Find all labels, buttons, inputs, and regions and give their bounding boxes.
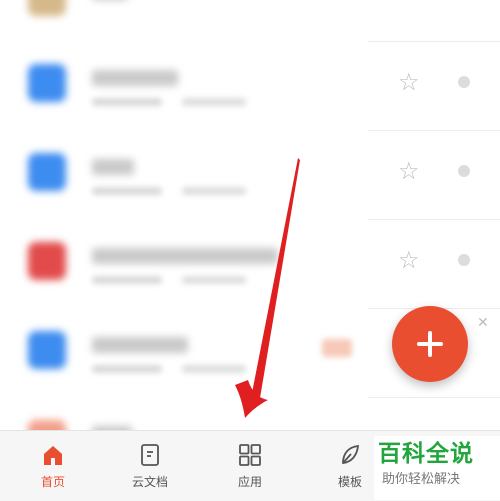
file-meta-blurred [182,187,246,195]
document-icon [141,444,159,466]
watermark-title: 百科全说 [378,441,474,467]
file-name-blurred [92,337,188,353]
tab-label: 云文档 [131,475,168,489]
tab-label: 首页 [40,475,65,489]
file-meta-blurred [92,276,162,284]
file-icon [28,0,66,16]
star-icon[interactable]: ☆ [398,248,420,272]
grid-icon [239,444,261,466]
star-icon[interactable]: ☆ [398,70,420,94]
list-item[interactable]: ☆ [0,42,500,130]
file-name-blurred [92,159,134,175]
tab-apps[interactable]: 应用 [205,431,295,501]
list-item[interactable] [0,398,500,430]
file-meta-blurred [182,276,246,284]
file-icon [28,153,66,191]
list-item[interactable]: ☆ [0,131,500,219]
file-icon [28,64,66,102]
more-dot-icon[interactable] [458,76,470,88]
star-icon[interactable]: ☆ [398,159,420,183]
create-button[interactable] [392,306,468,382]
close-icon[interactable]: ✕ [477,316,489,330]
leaf-icon [342,444,360,465]
file-icon [28,420,66,430]
tab-label: 应用 [237,475,262,489]
file-name-blurred [92,70,178,86]
file-icon [28,242,66,280]
tab-cloud-docs[interactable]: 云文档 [105,431,195,501]
file-meta-blurred [92,98,162,106]
file-icon [28,331,66,369]
more-dot-icon[interactable] [458,254,470,266]
watermark-subtitle: 助你轻松解决 [382,472,461,487]
watermark-logo: 百科全说 助你轻松解决 [374,436,500,500]
file-meta-blurred [182,98,246,106]
tab-home[interactable]: 首页 [8,431,98,501]
file-meta-blurred [182,365,246,373]
file-meta-blurred [92,365,162,373]
file-name-blurred [92,248,278,264]
tag-badge-blurred [322,339,352,357]
file-meta-blurred [92,187,162,195]
list-item[interactable] [0,0,500,44]
home-icon [44,446,62,465]
list-item[interactable]: ☆ [0,220,500,308]
more-dot-icon[interactable] [458,165,470,177]
